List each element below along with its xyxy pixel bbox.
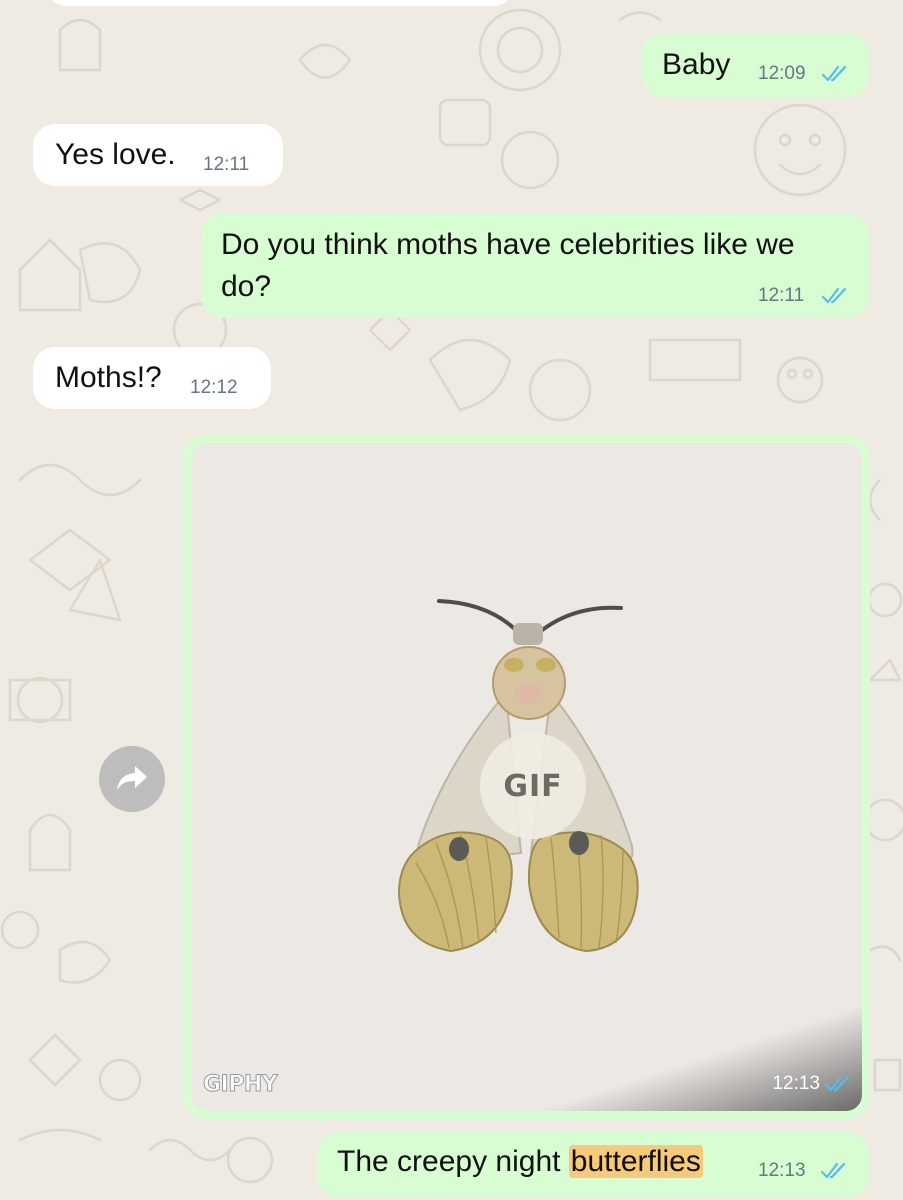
gif-play-badge[interactable]: GIF [480, 733, 586, 839]
message-bubble-incoming[interactable]: Yes love. 12:11 [33, 124, 283, 186]
message-text-line-1: Do you think moths have celebrities like… [221, 228, 795, 261]
message-time: 12:11 [203, 154, 250, 175]
forward-arrow-icon [117, 766, 147, 791]
message-text-line-2: do? [221, 270, 272, 303]
message-text: Baby [662, 48, 731, 81]
double-check-icon [821, 287, 847, 304]
message-time: 12:13 [758, 1160, 806, 1181]
message-time: 12:13 [772, 1073, 820, 1094]
message-time: 12:09 [758, 63, 806, 84]
previous-message-stub [45, 0, 515, 6]
message-time: 12:12 [190, 377, 238, 398]
message-text: The creepy night butterflies [337, 1141, 703, 1183]
double-check-icon [820, 1162, 846, 1179]
message-bubble-incoming[interactable]: Moths!? 12:12 [33, 347, 271, 409]
message-text-plain: The creepy night [337, 1145, 569, 1178]
message-bubble-outgoing[interactable]: Baby 12:09 [641, 33, 869, 97]
message-text: Yes love. [55, 138, 176, 171]
message-bubble-outgoing[interactable]: The creepy night butterflies 12:13 [317, 1132, 869, 1198]
giphy-attribution: GIPHY [202, 1072, 278, 1098]
gif-preview[interactable]: GIF GIPHY 12:13 [191, 443, 862, 1111]
double-check-icon [824, 1075, 850, 1092]
forward-button[interactable] [99, 746, 165, 812]
message-bubble-gif[interactable]: GIF GIPHY 12:13 [183, 435, 870, 1119]
message-time: 12:11 [758, 285, 805, 306]
double-check-icon [821, 65, 847, 82]
message-bubble-outgoing[interactable]: Do you think moths have celebrities like… [201, 213, 869, 318]
search-highlight: butterflies [568, 1145, 703, 1178]
message-text: Moths!? [55, 361, 162, 394]
